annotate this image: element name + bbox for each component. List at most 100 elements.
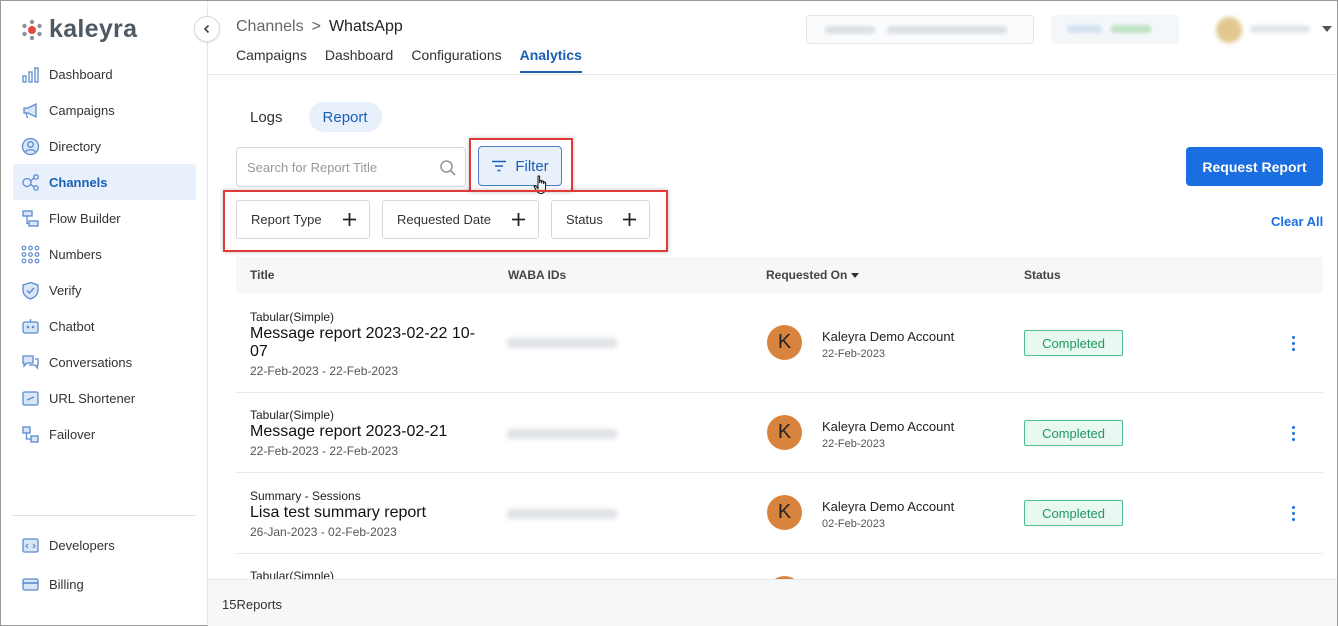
more-options-icon[interactable] <box>1286 506 1300 521</box>
sidebar-divider <box>13 515 196 516</box>
sidebar-item-verify[interactable]: Verify <box>13 272 196 308</box>
sidebar-item-flow-builder[interactable]: Flow Builder <box>13 200 196 236</box>
shield-check-icon <box>21 281 40 300</box>
tab-analytics[interactable]: Analytics <box>519 47 582 73</box>
sidebar-item-chatbot[interactable]: Chatbot <box>13 308 196 344</box>
search-input[interactable]: Search for Report Title <box>236 147 466 187</box>
table-row[interactable]: Tabular(Simple) <box>236 554 1323 579</box>
sidebar-item-label: Flow Builder <box>49 210 121 226</box>
channels-icon <box>21 173 40 192</box>
sidebar-item-label: Chatbot <box>49 318 95 334</box>
column-requested-on[interactable]: Requested On <box>766 268 860 282</box>
collapse-sidebar-button[interactable] <box>194 16 220 42</box>
tab-configurations[interactable]: Configurations <box>411 47 501 73</box>
sidebar-item-label: Directory <box>49 138 102 154</box>
user-menu-caret-icon[interactable] <box>1322 26 1332 32</box>
chip-status[interactable]: Status <box>551 200 650 239</box>
user-name[interactable] <box>1250 25 1310 33</box>
requested-date: 02-Feb-2023 <box>822 518 885 530</box>
breadcrumb-parent[interactable]: Channels <box>236 18 304 36</box>
status-badge: Completed <box>1024 420 1123 446</box>
sidebar-item-channels[interactable]: Channels <box>13 164 196 200</box>
report-type: Tabular(Simple) <box>250 408 335 422</box>
waba-id-redacted <box>507 338 617 348</box>
subtab-report[interactable]: Report <box>308 102 382 132</box>
chip-report-type[interactable]: Report Type <box>236 200 370 239</box>
brand-name: kaleyra <box>49 15 138 43</box>
flow-icon <box>21 209 40 228</box>
sidebar-item-conversations[interactable]: Conversations <box>13 344 196 380</box>
report-dates: 22-Feb-2023 - 22-Feb-2023 <box>250 444 399 458</box>
breadcrumb-separator: > <box>311 18 321 35</box>
plus-icon <box>623 213 636 226</box>
chip-label: Requested Date <box>397 212 491 227</box>
status-badge: Completed <box>1024 500 1123 526</box>
chip-requested-date[interactable]: Requested Date <box>382 200 539 239</box>
sidebar-item-billing[interactable]: Billing <box>13 565 196 604</box>
credit-card-icon <box>21 575 40 594</box>
clear-all-link[interactable]: Clear All <box>1271 214 1323 229</box>
sidebar-item-campaigns[interactable]: Campaigns <box>13 92 196 128</box>
table-row[interactable]: Tabular(Simple) Message report 2023-02-2… <box>236 293 1323 393</box>
sidebar-item-dashboard[interactable]: Dashboard <box>13 56 196 92</box>
account-name: Kaleyra Demo Account <box>822 329 955 344</box>
sidebar-item-label: Dashboard <box>49 66 113 82</box>
breadcrumb-current: WhatsApp <box>328 18 403 35</box>
sidebar-item-label: Channels <box>49 174 108 190</box>
channel-tabs: Campaigns Dashboard Configurations Analy… <box>236 47 582 73</box>
subtab-logs[interactable]: Logs <box>236 102 297 132</box>
requested-date: 22-Feb-2023 <box>822 438 885 450</box>
report-type: Tabular(Simple) <box>250 310 335 324</box>
main-content: Logs Report Search for Report Title Filt… <box>208 75 1337 625</box>
user-avatar[interactable] <box>1216 17 1242 43</box>
brand-logo[interactable]: kaleyra <box>21 15 137 44</box>
failover-icon <box>21 425 40 444</box>
requested-date: 22-Feb-2023 <box>822 348 885 360</box>
avatar: K <box>767 415 802 450</box>
report-title: Message report 2023-02-21 <box>250 423 448 440</box>
account-name: Kaleyra Demo Account <box>822 499 955 514</box>
link-icon <box>21 389 40 408</box>
sort-desc-icon <box>851 273 860 279</box>
plus-icon <box>512 213 525 226</box>
report-count: 15Reports <box>222 597 282 612</box>
column-title: Title <box>250 268 275 282</box>
sidebar-nav: Dashboard Campaigns Directory Channels Flow … <box>13 56 196 452</box>
dial-grid-icon <box>21 245 40 264</box>
sidebar-item-label: Billing <box>49 577 84 592</box>
table-row[interactable]: Tabular(Simple) Message report 2023-02-2… <box>236 393 1323 473</box>
table-row[interactable]: Summary - Sessions Lisa test summary rep… <box>236 473 1323 554</box>
sidebar-item-numbers[interactable]: Numbers <box>13 236 196 272</box>
balance-badge[interactable] <box>1051 15 1179 44</box>
sidebar-item-developers[interactable]: Developers <box>13 526 196 565</box>
filter-button[interactable]: Filter <box>478 146 562 186</box>
chevron-left-icon <box>203 24 210 34</box>
avatar: K <box>767 325 802 360</box>
sidebar-item-directory[interactable]: Directory <box>13 128 196 164</box>
report-title: Lisa test summary report <box>250 504 427 521</box>
sidebar-item-label: Campaigns <box>49 102 115 118</box>
sidebar-item-label: Verify <box>49 282 82 298</box>
column-requested-on-label: Requested On <box>766 268 848 282</box>
status-badge: Completed <box>1024 330 1123 356</box>
tab-campaigns[interactable]: Campaigns <box>236 47 307 73</box>
report-type: Summary - Sessions <box>250 489 361 503</box>
table-header: Title WABA IDs Requested On Status <box>236 257 1323 293</box>
sidebar-item-label: Developers <box>49 538 115 553</box>
search-icon[interactable] <box>439 159 457 182</box>
chip-label: Status <box>566 212 603 227</box>
more-options-icon[interactable] <box>1286 426 1300 441</box>
sidebar-item-failover[interactable]: Failover <box>13 416 196 452</box>
sidebar-item-label: Numbers <box>49 246 102 262</box>
account-selector[interactable] <box>806 15 1034 44</box>
sidebar-item-url-shortener[interactable]: URL Shortener <box>13 380 196 416</box>
header: Channels > WhatsApp Campaigns Dashboard … <box>208 1 1337 75</box>
waba-id-redacted <box>507 509 617 519</box>
sidebar-item-label: URL Shortener <box>49 390 136 406</box>
tab-dashboard[interactable]: Dashboard <box>325 47 394 73</box>
more-options-icon[interactable] <box>1286 336 1300 351</box>
request-report-button[interactable]: Request Report <box>1186 147 1323 186</box>
waba-id-redacted <box>507 429 617 439</box>
sidebar-bottom-nav: Developers Billing <box>13 526 196 604</box>
report-dates: 26-Jan-2023 - 02-Feb-2023 <box>250 525 397 539</box>
